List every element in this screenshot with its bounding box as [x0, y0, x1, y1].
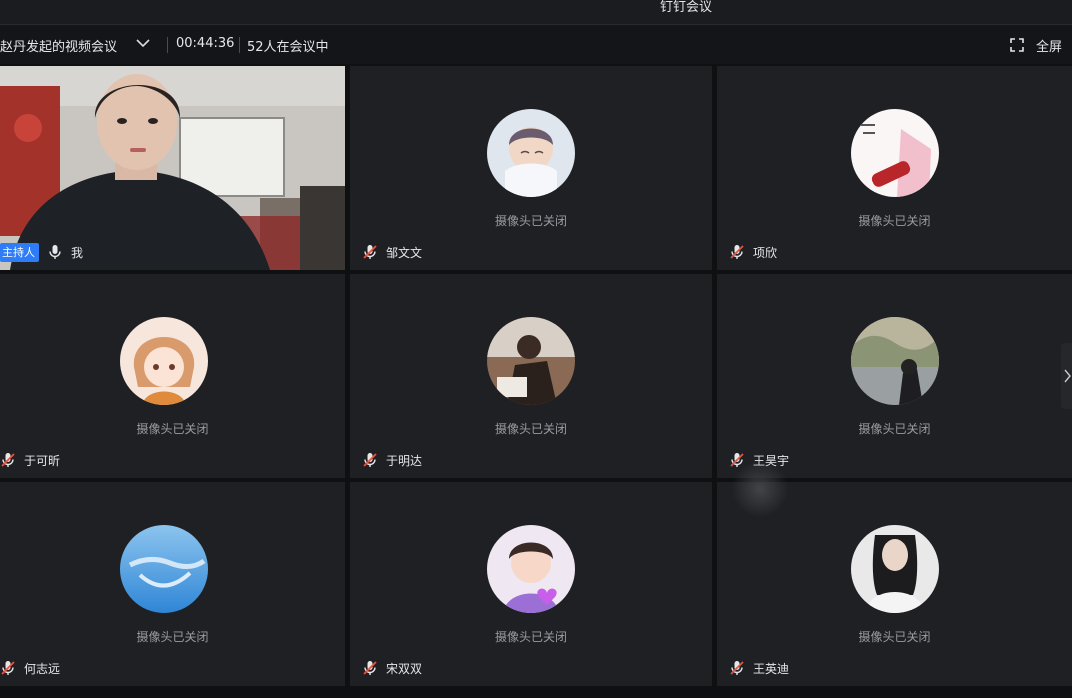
- chevron-right-icon: [1064, 369, 1071, 383]
- participant-tile[interactable]: 摄像头已关闭 宋双双: [350, 482, 712, 686]
- participant-tile[interactable]: 摄像头已关闭 何志远: [0, 482, 345, 686]
- video-tile-self[interactable]: 主持人 我: [0, 66, 345, 270]
- host-badge: 主持人: [0, 242, 39, 262]
- avatar: [850, 109, 939, 197]
- mic-muted-icon[interactable]: [729, 244, 745, 260]
- participant-name: 宋双双: [386, 661, 423, 676]
- name-row: 于可昕: [0, 452, 60, 468]
- participant-name: 项欣: [753, 245, 778, 260]
- participant-name: 于可昕: [24, 453, 61, 468]
- name-row: 主持人 我: [0, 242, 84, 262]
- mic-muted-icon[interactable]: [362, 452, 378, 468]
- participant-name: 邹文文: [386, 245, 423, 260]
- avatar: [120, 525, 208, 613]
- camera-off-text: 摄像头已关闭: [136, 422, 209, 436]
- participant-name: 我: [71, 245, 84, 260]
- avatar: [487, 525, 575, 613]
- name-row: 项欣: [729, 244, 777, 260]
- title-bar: 钉钉会议: [0, 0, 1072, 25]
- participant-tile[interactable]: 摄像头已关闭 于明达: [350, 274, 712, 478]
- name-row: 邹文文: [362, 244, 422, 260]
- mic-muted-icon[interactable]: [0, 452, 16, 468]
- camera-off-text: 摄像头已关闭: [858, 422, 931, 436]
- mic-muted-icon[interactable]: [362, 660, 378, 676]
- app-title: 钉钉会议: [659, 0, 712, 15]
- camera-off-text: 摄像头已关闭: [858, 630, 931, 644]
- meeting-toolbar: 赵丹发起的视频会议 00:44:36 52人在会议中 全屏: [0, 25, 1072, 64]
- chevron-down-icon[interactable]: [136, 38, 150, 48]
- participant-name: 于明达: [386, 453, 423, 468]
- next-page-button[interactable]: [1061, 343, 1072, 409]
- participant-tile[interactable]: 摄像头已关闭 项欣: [717, 66, 1072, 270]
- video-feed: [0, 66, 345, 270]
- microphone-icon[interactable]: [47, 244, 63, 260]
- avatar: [120, 317, 208, 405]
- name-row: 宋双双: [362, 660, 422, 676]
- fullscreen-button[interactable]: 全屏: [1036, 36, 1062, 55]
- fullscreen-icon[interactable]: [1010, 38, 1024, 52]
- avatar: [850, 317, 939, 405]
- name-row: 王英迪: [729, 660, 789, 676]
- mic-muted-icon[interactable]: [729, 660, 745, 676]
- name-row: 何志远: [0, 660, 60, 676]
- mic-muted-icon[interactable]: [362, 244, 378, 260]
- participant-name: 何志远: [24, 661, 61, 676]
- participant-tile[interactable]: 摄像头已关闭 于可昕: [0, 274, 345, 478]
- camera-off-text: 摄像头已关闭: [494, 630, 567, 644]
- mic-muted-icon[interactable]: [0, 660, 16, 676]
- participant-tile[interactable]: 摄像头已关闭 王昊宇: [717, 274, 1072, 478]
- avatar: [487, 317, 575, 405]
- avatar: [487, 109, 575, 197]
- camera-off-text: 摄像头已关闭: [494, 422, 567, 436]
- camera-off-text: 摄像头已关闭: [136, 630, 209, 644]
- meeting-title[interactable]: 赵丹发起的视频会议: [0, 36, 117, 55]
- divider: [239, 37, 240, 53]
- divider: [167, 37, 168, 53]
- camera-off-text: 摄像头已关闭: [858, 214, 931, 228]
- participant-name: 王英迪: [753, 661, 790, 676]
- name-row: 于明达: [362, 452, 422, 468]
- avatar: [850, 525, 939, 613]
- camera-off-text: 摄像头已关闭: [494, 214, 567, 228]
- participant-tile[interactable]: 摄像头已关闭 邹文文: [350, 66, 712, 270]
- participant-count[interactable]: 52人在会议中: [247, 36, 329, 55]
- blur-overlay: [730, 462, 790, 516]
- meeting-timer: 00:44:36: [176, 36, 235, 51]
